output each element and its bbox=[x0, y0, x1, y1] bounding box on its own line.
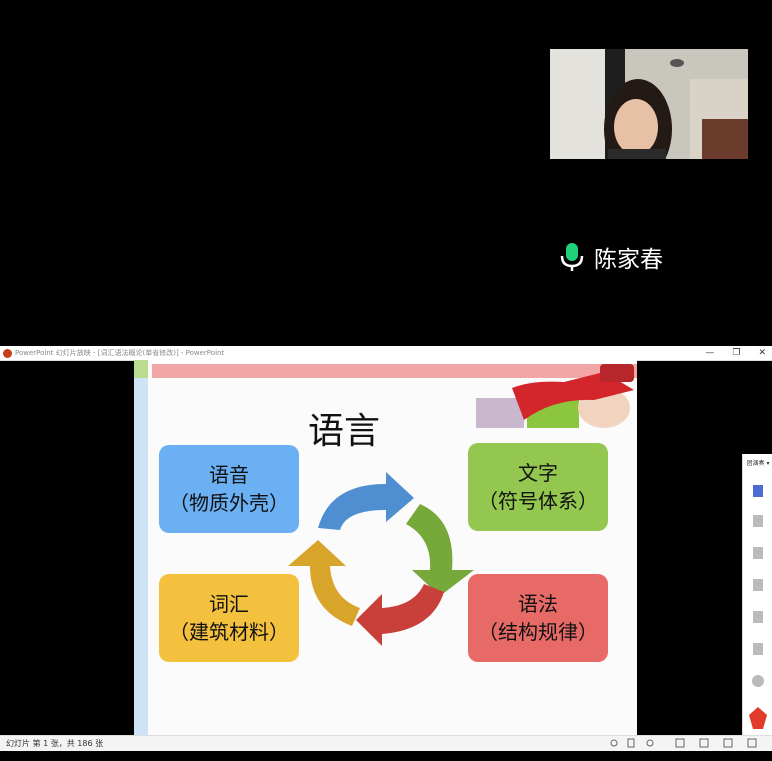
side-tool-4-icon[interactable] bbox=[753, 579, 763, 591]
shared-screen: PowerPoint 幻灯片放映 - [词汇语法概论(单省修改)] - Powe… bbox=[0, 346, 772, 751]
slideshow-view-icon[interactable] bbox=[747, 738, 757, 748]
side-tool-3-icon[interactable] bbox=[753, 547, 763, 559]
minimize-button[interactable]: — bbox=[705, 348, 714, 358]
cycle-arrow-yellow bbox=[288, 540, 360, 626]
close-button[interactable]: ✕ bbox=[758, 348, 766, 358]
slide-canvas: 语言 语音 （物质外壳） 文字 （符号体系） 词汇 （建筑材料） 语法 （结构规… bbox=[134, 360, 637, 743]
speaker-name: 陈家春 bbox=[594, 247, 663, 273]
cycle-arrow-red bbox=[356, 584, 444, 646]
sorter-view-icon[interactable] bbox=[699, 738, 709, 748]
participant-video bbox=[550, 49, 748, 159]
status-bar: 幻灯片 第 1 张，共 186 张 bbox=[0, 735, 772, 751]
side-tool-7-icon[interactable] bbox=[752, 675, 764, 687]
view-controls bbox=[610, 738, 757, 748]
slide-counter: 幻灯片 第 1 张，共 186 张 bbox=[6, 739, 104, 748]
prev-slide-icon[interactable] bbox=[610, 739, 618, 747]
side-tool-5-icon[interactable] bbox=[753, 611, 763, 623]
reading-view-icon[interactable] bbox=[723, 738, 733, 748]
side-tool-2-icon[interactable] bbox=[753, 515, 763, 527]
notes-view-icon[interactable] bbox=[627, 738, 635, 748]
normal-view-icon[interactable] bbox=[675, 738, 685, 748]
side-tool-6-icon[interactable] bbox=[753, 643, 763, 655]
side-panel: 团演奏 ▾ bbox=[742, 454, 772, 737]
side-tool-1-icon[interactable] bbox=[753, 485, 763, 497]
participant-video-image bbox=[550, 49, 748, 159]
side-panel-label: 团演奏 ▾ bbox=[746, 460, 770, 467]
powerpoint-logo-icon bbox=[3, 348, 12, 358]
speaker-label: 陈家春 bbox=[560, 240, 663, 274]
cycle-arrow-green bbox=[406, 504, 474, 596]
side-panel-tools bbox=[749, 485, 767, 729]
window-titlebar: PowerPoint 幻灯片放映 - [词汇语法概论(单省修改)] - Powe… bbox=[0, 346, 772, 361]
cycle-arrow-blue bbox=[318, 472, 414, 530]
restore-button[interactable]: ❐ bbox=[732, 348, 740, 358]
window-title: PowerPoint 幻灯片放映 - [词汇语法概论(单省修改)] - Powe… bbox=[15, 349, 225, 357]
gift-icon[interactable] bbox=[749, 707, 767, 729]
cycle-diagram bbox=[288, 472, 474, 646]
microphone-icon bbox=[560, 243, 584, 271]
next-slide-icon[interactable] bbox=[646, 739, 654, 747]
